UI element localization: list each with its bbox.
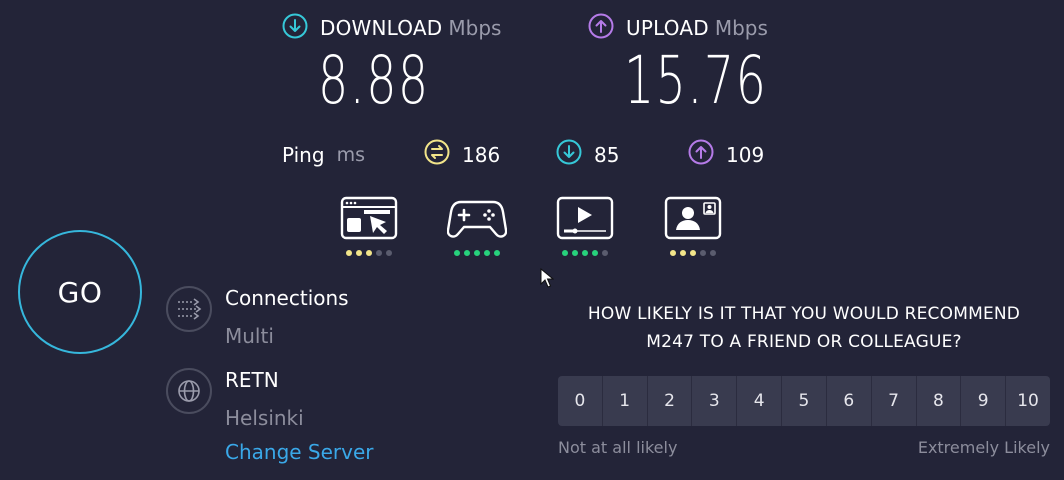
ping-idle-icon: [424, 139, 450, 170]
rating-dot: [454, 250, 460, 256]
download-header: DOWNLOAD Mbps: [282, 12, 501, 44]
server-location: Helsinki: [225, 406, 304, 430]
quality-browsing: [340, 196, 398, 256]
video-chat-icon: [664, 196, 722, 244]
rating-dot: [356, 250, 362, 256]
ping-unit: ms: [336, 144, 365, 166]
nps-high-label: Extremely Likely: [917, 438, 1050, 457]
rating-dot: [592, 250, 598, 256]
nps-option-6[interactable]: 6: [826, 376, 872, 426]
survey-question-line2: M247 TO A FRIEND OR COLLEAGUE?: [646, 332, 962, 352]
nps-option-4[interactable]: 4: [737, 376, 783, 426]
quality-streaming: [556, 196, 614, 256]
change-server-link[interactable]: Change Server: [225, 440, 374, 464]
nps-option-1[interactable]: 1: [602, 376, 648, 426]
rating-dot: [366, 250, 372, 256]
download-arrow-icon: [282, 13, 308, 43]
rating-dot: [474, 250, 480, 256]
rating-dot: [376, 250, 382, 256]
rating-dot: [346, 250, 352, 256]
rating-dot: [670, 250, 676, 256]
rating-dot: [484, 250, 490, 256]
survey-question: HOW LIKELY IS IT THAT YOU WOULD RECOMMEN…: [556, 300, 1052, 356]
upload-header: UPLOAD Mbps: [588, 12, 768, 44]
ping-download-value: 85: [594, 142, 620, 167]
rating-dot: [494, 250, 500, 256]
rating-dot: [582, 250, 588, 256]
video-chat-rating: [670, 250, 716, 256]
server-name: RETN: [225, 368, 279, 392]
upload-unit: Mbps: [714, 16, 768, 40]
nps-option-3[interactable]: 3: [692, 376, 738, 426]
ping-label-group: Ping ms: [282, 139, 365, 171]
streaming-rating: [562, 250, 608, 256]
upload-value: 15.76: [624, 42, 768, 119]
nps-low-label: Not at all likely: [558, 438, 678, 457]
ping-upload-icon: [688, 139, 714, 170]
rating-dot: [690, 250, 696, 256]
upload-label: UPLOAD: [626, 16, 709, 40]
download-label: DOWNLOAD: [320, 16, 443, 40]
web-browsing-icon: [340, 196, 398, 244]
gamepad-icon: [446, 196, 508, 244]
rating-dot: [464, 250, 470, 256]
connections-mode: Multi: [225, 324, 274, 348]
upload-arrow-icon: [588, 13, 614, 43]
rating-dot: [602, 250, 608, 256]
mouse-cursor-icon: [540, 267, 555, 292]
connections-title: Connections: [225, 286, 349, 310]
go-button[interactable]: GO: [18, 230, 142, 354]
rating-dot: [386, 250, 392, 256]
rating-dot: [680, 250, 686, 256]
quality-video-chat: [664, 196, 722, 256]
ping-label: Ping: [282, 143, 325, 167]
ping-upload: 109: [688, 139, 764, 170]
globe-icon: [166, 368, 212, 414]
ping-upload-value: 109: [726, 142, 765, 167]
ping-download: 85: [556, 139, 619, 170]
rating-dot: [562, 250, 568, 256]
download-value: 8.88: [318, 42, 430, 119]
nps-option-10[interactable]: 10: [1006, 376, 1050, 426]
rating-dot: [700, 250, 706, 256]
browsing-rating: [346, 250, 392, 256]
nps-option-0[interactable]: 0: [558, 376, 603, 426]
download-unit: Mbps: [448, 16, 502, 40]
survey-question-line1: HOW LIKELY IS IT THAT YOU WOULD RECOMMEN…: [587, 304, 1021, 324]
nps-option-5[interactable]: 5: [782, 376, 827, 426]
nps-option-9[interactable]: 9: [961, 376, 1007, 426]
nps-scale: 0 1 2 3 4 5 6 7 8 9 10: [558, 376, 1050, 426]
nps-option-2[interactable]: 2: [647, 376, 693, 426]
rating-dot: [710, 250, 716, 256]
ping-idle: 186: [424, 139, 500, 170]
quality-gaming: [446, 196, 508, 256]
nps-option-8[interactable]: 8: [916, 376, 962, 426]
video-streaming-icon: [556, 196, 614, 244]
ping-download-icon: [556, 139, 582, 170]
nps-option-7[interactable]: 7: [871, 376, 917, 426]
rating-dot: [572, 250, 578, 256]
gaming-rating: [454, 250, 500, 256]
ping-idle-value: 186: [462, 142, 501, 167]
connections-icon: [166, 286, 212, 332]
